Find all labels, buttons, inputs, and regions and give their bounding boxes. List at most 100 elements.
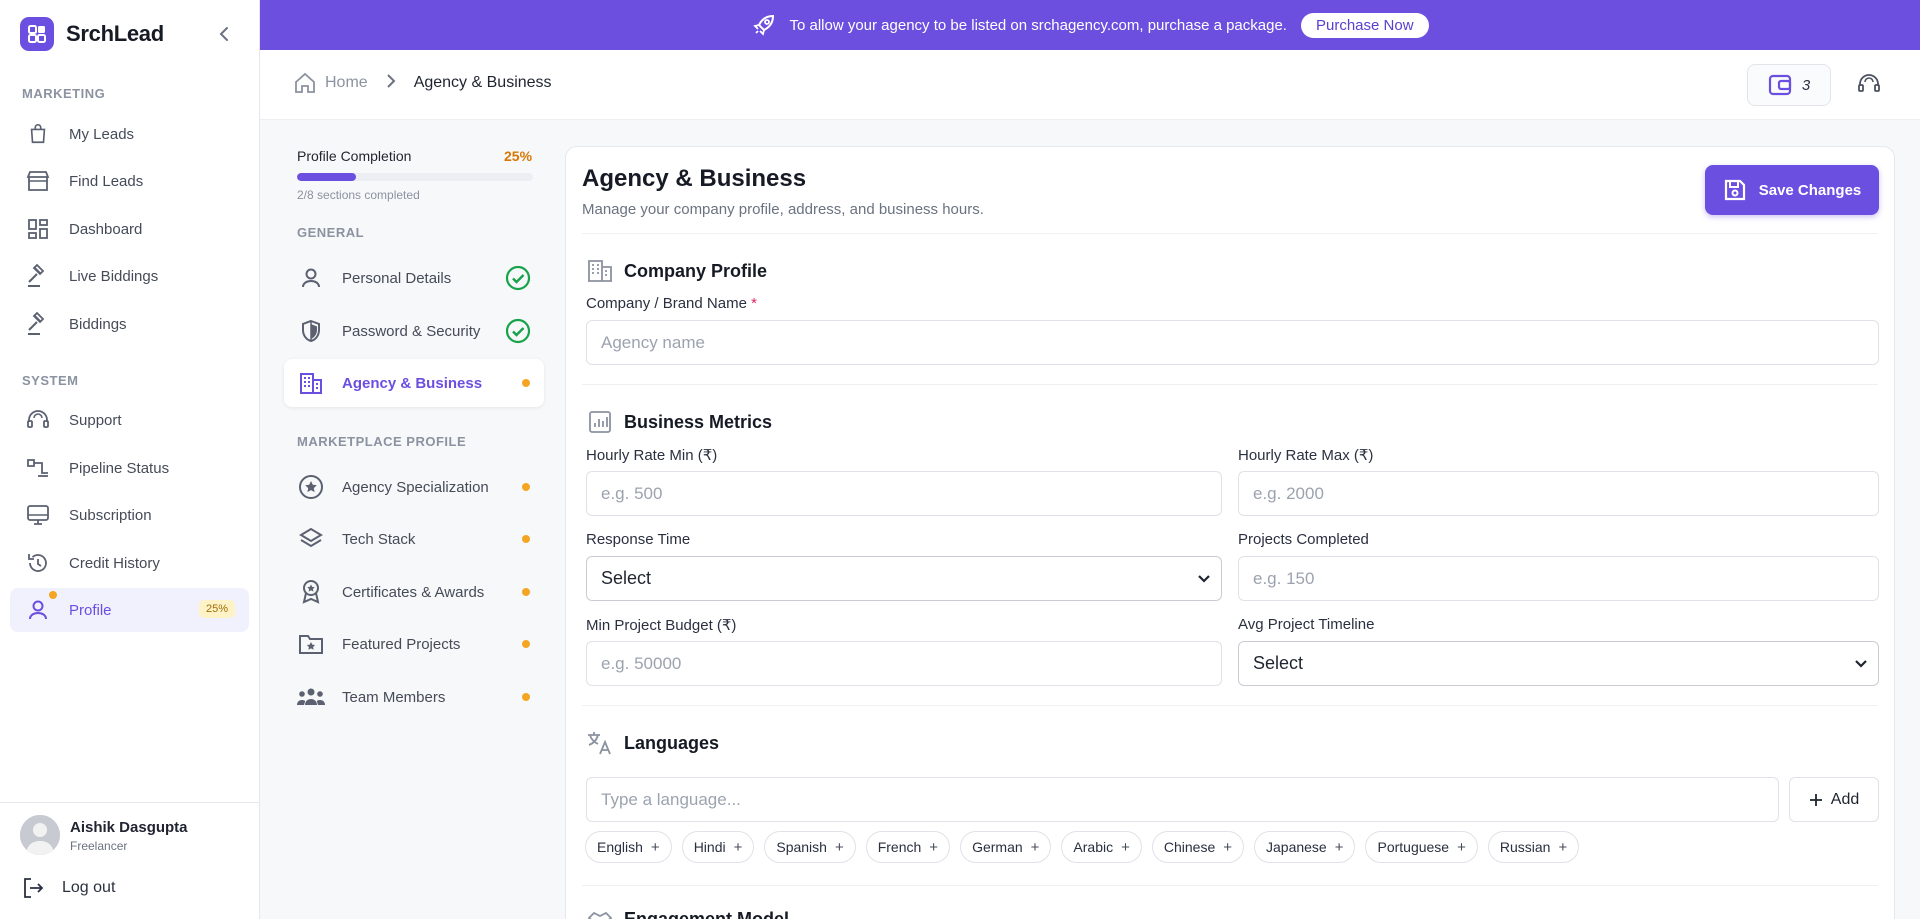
- chip-label: English: [597, 839, 643, 855]
- headset-icon: [1858, 74, 1880, 92]
- sidebar-item-my-leads[interactable]: My Leads: [10, 112, 249, 156]
- logout-icon: [24, 878, 44, 898]
- language-chip[interactable]: Russian +: [1487, 831, 1580, 863]
- projects-completed-input[interactable]: e.g. 150: [1238, 556, 1879, 601]
- profile-completion-percent: 25%: [504, 148, 533, 164]
- sidebar-item-profile[interactable]: Profile 25%: [10, 588, 249, 632]
- store-icon: [24, 167, 52, 195]
- hourly-rate-min-input[interactable]: e.g. 500: [586, 471, 1222, 516]
- required-mark: *: [751, 295, 757, 312]
- company-brand-name-input[interactable]: Agency name: [586, 320, 1879, 365]
- response-time-label: Response Time: [586, 531, 691, 548]
- avg-project-timeline-select[interactable]: Select: [1238, 641, 1879, 686]
- tab-label: Tech Stack: [342, 530, 416, 548]
- logout-label: Log out: [62, 879, 116, 896]
- language-chip[interactable]: Japanese +: [1254, 831, 1356, 863]
- translate-icon: [586, 729, 614, 757]
- chevron-left-icon: [219, 27, 228, 41]
- brand[interactable]: SrchLead: [20, 17, 164, 51]
- tab-tech-stack[interactable]: Tech Stack: [284, 515, 544, 563]
- sidebar-item-biddings[interactable]: Biddings: [10, 302, 249, 346]
- chip-label: Portuguese: [1377, 839, 1450, 855]
- save-changes-button[interactable]: Save Changes: [1705, 165, 1879, 215]
- chip-label: Arabic: [1073, 839, 1114, 855]
- sidebar-item-subscription[interactable]: Subscription: [10, 493, 249, 537]
- sidebar-item-label: Biddings: [69, 315, 127, 333]
- chart-icon: [586, 408, 614, 436]
- plus-icon: +: [1334, 838, 1344, 856]
- plus-icon: +: [1030, 838, 1040, 856]
- gavel-icon: [24, 262, 52, 290]
- sidebar-item-credit-history[interactable]: Credit History: [10, 541, 249, 585]
- tab-personal-details[interactable]: Personal Details: [284, 254, 544, 302]
- complete-check-icon: [505, 318, 531, 348]
- tab-label: Team Members: [342, 688, 446, 706]
- plus-icon: +: [1457, 838, 1466, 856]
- purchase-now-button[interactable]: Purchase Now: [1300, 12, 1429, 38]
- business-metrics-heading: Business Metrics: [586, 408, 772, 436]
- hourly-rate-max-input[interactable]: e.g. 2000: [1238, 471, 1879, 516]
- chip-label: Japanese: [1266, 839, 1327, 855]
- language-chip[interactable]: Hindi +: [681, 831, 755, 863]
- tab-password-security[interactable]: Password & Security: [284, 307, 544, 355]
- marketing-section-label: MARKETING: [22, 86, 106, 101]
- team-icon: [296, 682, 326, 712]
- sidebar-item-dashboard[interactable]: Dashboard: [10, 207, 249, 251]
- complete-check-icon: [505, 265, 531, 295]
- collapse-sidebar-button[interactable]: [214, 22, 234, 46]
- engagement-model-heading-text: Engagement Model: [624, 908, 790, 919]
- shield-icon: [296, 316, 326, 346]
- pending-dot: [522, 640, 530, 648]
- tab-label: Agency & Business: [342, 374, 483, 392]
- min-project-budget-input[interactable]: e.g. 50000: [586, 641, 1222, 686]
- headset-icon: [24, 406, 52, 434]
- plus-icon: +: [834, 838, 844, 856]
- credits-widget[interactable]: 3: [1747, 64, 1831, 106]
- logout-button[interactable]: Log out: [22, 877, 115, 899]
- add-language-label: Add: [1830, 790, 1860, 808]
- user-block: Aishik Dasgupta Freelancer Log out: [0, 802, 259, 919]
- pending-dot: [522, 693, 530, 701]
- user-role: Freelancer: [70, 839, 128, 853]
- avatar[interactable]: [20, 815, 60, 855]
- tab-agency-business[interactable]: Agency & Business: [284, 359, 544, 407]
- response-time-value: Select: [601, 568, 652, 588]
- language-input[interactable]: Type a language...: [586, 777, 1779, 822]
- shopping-bag-icon: [24, 120, 52, 148]
- sidebar-item-label: Credit History: [69, 554, 160, 572]
- language-chip[interactable]: French +: [865, 831, 951, 863]
- plus-icon: +: [650, 838, 660, 856]
- language-chip[interactable]: English +: [585, 831, 672, 863]
- language-chip[interactable]: Portuguese +: [1365, 831, 1478, 863]
- chip-label: German: [972, 839, 1023, 855]
- support-headset-button[interactable]: [1857, 72, 1881, 101]
- divider: [582, 885, 1878, 886]
- tab-featured-projects[interactable]: Featured Projects: [284, 620, 544, 668]
- profile-completion-label: Profile Completion: [297, 148, 412, 164]
- add-language-button[interactable]: Add: [1789, 777, 1879, 822]
- language-chip[interactable]: Spanish +: [764, 831, 856, 863]
- company-profile-heading: Company Profile: [586, 257, 767, 285]
- building-icon: [296, 368, 326, 398]
- system-section-label: SYSTEM: [22, 373, 79, 388]
- rocket-icon: [753, 14, 775, 36]
- sidebar-item-support[interactable]: Support: [10, 398, 249, 442]
- sidebar-item-pipeline-status[interactable]: Pipeline Status: [10, 446, 249, 490]
- language-chip[interactable]: German +: [960, 831, 1052, 863]
- star-circle-icon: [296, 472, 326, 502]
- sections-completed-text: 2/8 sections completed: [297, 188, 420, 202]
- language-chip[interactable]: Arabic +: [1061, 831, 1142, 863]
- sidebar-item-live-biddings[interactable]: Live Biddings: [10, 254, 249, 298]
- home-icon[interactable]: [294, 72, 316, 94]
- breadcrumb-home[interactable]: Home: [325, 74, 368, 92]
- sidebar-item-find-leads[interactable]: Find Leads: [10, 159, 249, 203]
- sidebar-item-label: Pipeline Status: [69, 459, 170, 477]
- language-chip[interactable]: Chinese +: [1151, 831, 1244, 863]
- tab-agency-specialization[interactable]: Agency Specialization: [284, 463, 544, 511]
- response-time-select[interactable]: Select: [586, 556, 1222, 601]
- tab-certificates-awards[interactable]: Certificates & Awards: [284, 568, 544, 616]
- chevron-right-icon: [386, 73, 396, 93]
- tab-team-members[interactable]: Team Members: [284, 673, 544, 721]
- monitor-icon: [24, 501, 52, 529]
- save-changes-label: Save Changes: [1758, 181, 1862, 199]
